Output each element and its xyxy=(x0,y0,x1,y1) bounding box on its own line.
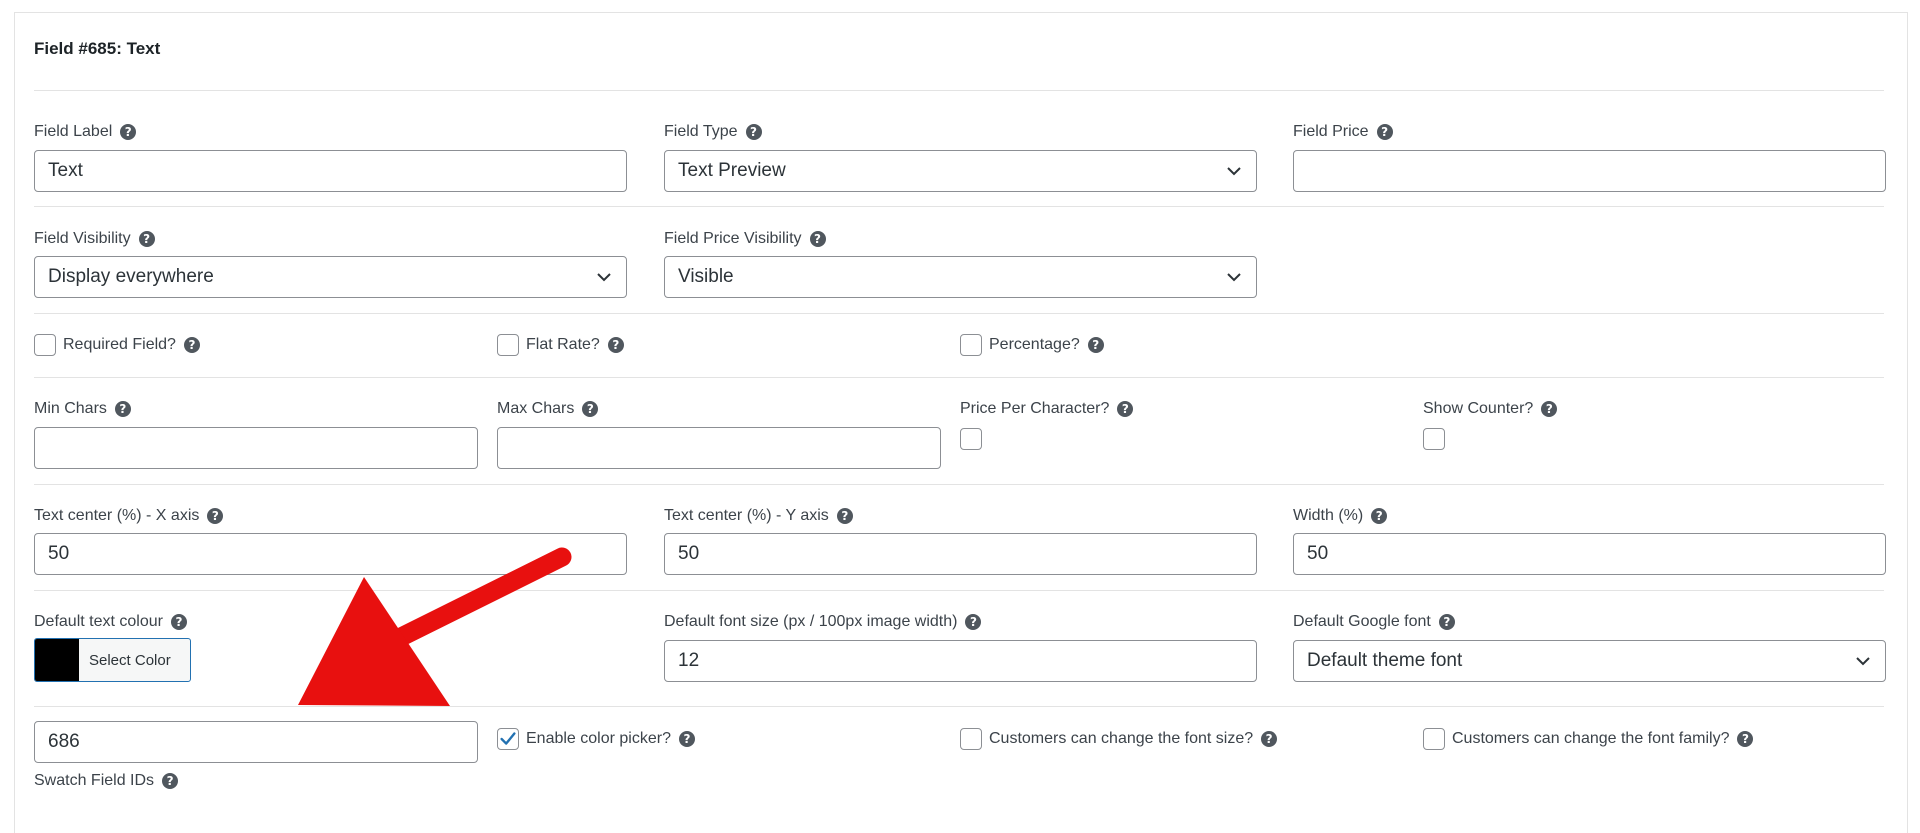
max-chars-input[interactable] xyxy=(497,427,941,469)
price-per-character-checkbox[interactable] xyxy=(960,428,982,450)
field-visibility-label: Field Visibility? xyxy=(34,229,155,249)
select-color-button[interactable]: Select Color xyxy=(34,638,191,682)
help-icon[interactable]: ? xyxy=(1371,508,1388,524)
help-icon[interactable]: ? xyxy=(207,508,224,524)
text-center-x-label: Text center (%) - X axis? xyxy=(34,506,224,526)
default-text-colour-label: Default text colour? xyxy=(34,612,187,632)
select-color-label: Select Color xyxy=(89,651,171,669)
max-chars-label: Max Chars? xyxy=(497,399,599,419)
required-field-checkbox[interactable] xyxy=(34,334,56,356)
page-title: Field #685: Text xyxy=(34,39,161,58)
divider xyxy=(34,313,1884,314)
chevron-down-icon xyxy=(597,273,611,282)
divider xyxy=(34,90,1884,91)
field-label-label: Field Label? xyxy=(34,122,137,142)
percentage-checkbox[interactable] xyxy=(960,334,982,356)
help-icon[interactable]: ? xyxy=(1376,124,1393,140)
field-label-input[interactable]: Text xyxy=(34,150,627,192)
help-icon[interactable]: ? xyxy=(678,731,695,747)
help-icon[interactable]: ? xyxy=(1438,614,1455,630)
help-icon[interactable]: ? xyxy=(836,508,853,524)
default-font-size-input[interactable]: 12 xyxy=(664,640,1257,682)
chevron-down-icon xyxy=(1856,657,1870,666)
help-icon[interactable]: ? xyxy=(1117,401,1134,417)
swatch-field-ids-label: Swatch Field IDs? xyxy=(34,771,179,791)
help-icon[interactable]: ? xyxy=(183,337,200,353)
field-price-visibility-select[interactable]: Visible xyxy=(664,256,1257,298)
help-icon[interactable]: ? xyxy=(120,124,137,140)
divider xyxy=(34,377,1884,378)
field-price-visibility-label: Field Price Visibility? xyxy=(664,229,826,249)
help-icon[interactable]: ? xyxy=(582,401,599,417)
change-font-family-option: Customers can change the font family?? xyxy=(1423,728,1754,750)
change-font-size-checkbox[interactable] xyxy=(960,728,982,750)
chevron-down-icon xyxy=(1227,167,1241,176)
help-icon[interactable]: ? xyxy=(138,231,155,247)
price-per-character-label: Price Per Character?? xyxy=(960,399,1134,419)
help-icon[interactable]: ? xyxy=(1261,731,1278,747)
enable-color-picker-checkbox[interactable] xyxy=(497,728,519,750)
swatch-field-ids-input[interactable]: 686 xyxy=(34,721,478,763)
help-icon[interactable]: ? xyxy=(170,614,187,630)
help-icon[interactable]: ? xyxy=(809,231,826,247)
help-icon[interactable]: ? xyxy=(1541,401,1558,417)
help-icon[interactable]: ? xyxy=(114,401,131,417)
show-counter-checkbox[interactable] xyxy=(1423,428,1445,450)
checkmark-icon xyxy=(500,732,516,745)
enable-color-picker-option: Enable color picker?? xyxy=(497,728,695,750)
field-visibility-select[interactable]: Display everywhere xyxy=(34,256,627,298)
help-icon[interactable]: ? xyxy=(1737,731,1754,747)
min-chars-label: Min Chars? xyxy=(34,399,131,419)
text-center-x-input[interactable]: 50 xyxy=(34,533,627,575)
text-center-y-input[interactable]: 50 xyxy=(664,533,1257,575)
change-font-family-checkbox[interactable] xyxy=(1423,728,1445,750)
help-icon[interactable]: ? xyxy=(607,337,624,353)
divider xyxy=(34,590,1884,591)
chevron-down-icon xyxy=(1227,273,1241,282)
help-icon[interactable]: ? xyxy=(965,614,982,630)
help-icon[interactable]: ? xyxy=(162,773,179,789)
change-font-size-option: Customers can change the font size?? xyxy=(960,728,1278,750)
field-price-label: Field Price? xyxy=(1293,122,1393,142)
text-center-y-label: Text center (%) - Y axis? xyxy=(664,506,853,526)
default-google-font-select[interactable]: Default theme font xyxy=(1293,640,1886,682)
divider xyxy=(34,706,1884,707)
required-field-option: Required Field?? xyxy=(34,334,200,356)
flat-rate-option: Flat Rate?? xyxy=(497,334,624,356)
show-counter-label: Show Counter?? xyxy=(1423,399,1558,419)
divider xyxy=(34,206,1884,207)
flat-rate-checkbox[interactable] xyxy=(497,334,519,356)
field-panel xyxy=(14,12,1908,833)
help-icon[interactable]: ? xyxy=(745,124,762,140)
width-label: Width (%)? xyxy=(1293,506,1388,526)
default-font-size-label: Default font size (px / 100px image widt… xyxy=(664,612,982,632)
field-price-input[interactable] xyxy=(1293,150,1886,192)
field-type-label: Field Type? xyxy=(664,122,762,142)
percentage-option: Percentage?? xyxy=(960,334,1104,356)
divider xyxy=(34,484,1884,485)
field-type-select[interactable]: Text Preview xyxy=(664,150,1257,192)
width-input[interactable]: 50 xyxy=(1293,533,1886,575)
help-icon[interactable]: ? xyxy=(1087,337,1104,353)
min-chars-input[interactable] xyxy=(34,427,478,469)
default-google-font-label: Default Google font? xyxy=(1293,612,1455,632)
color-swatch xyxy=(35,639,79,681)
